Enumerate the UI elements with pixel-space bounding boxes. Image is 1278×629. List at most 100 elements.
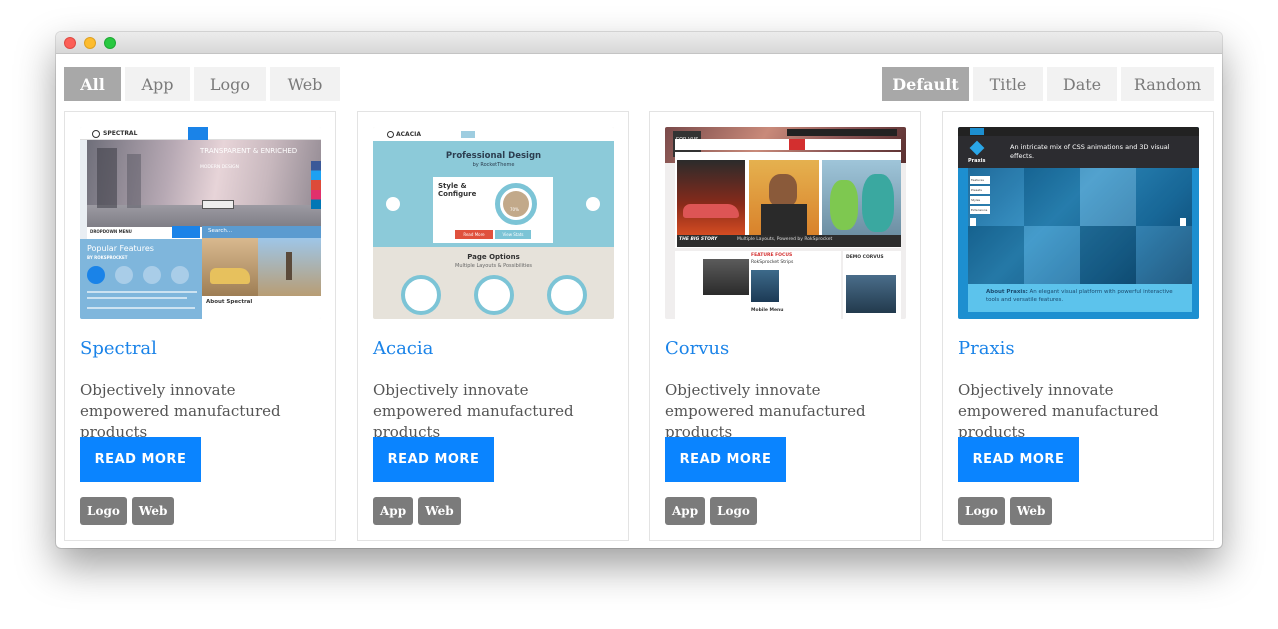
- thumb-nav-active: [970, 128, 984, 135]
- chevron-left-icon: [386, 197, 400, 211]
- chevron-right-icon: [586, 197, 600, 211]
- tag-list: Logo Web: [80, 497, 175, 525]
- thumb-hero-sub: by RocketTheme: [472, 162, 515, 168]
- card-spectral: SPECTRAL TRANSPARENT & ENRICHED MODERN D…: [64, 111, 336, 541]
- cloud-icon: [87, 266, 105, 284]
- thumb-brand: ACACIA: [396, 131, 421, 138]
- read-more-button[interactable]: READ MORE: [373, 437, 494, 482]
- acacia-thumbnail[interactable]: ACACIA Professional Design by RocketThem…: [373, 127, 614, 319]
- read-more-button[interactable]: READ MORE: [665, 437, 786, 482]
- eye-icon: [401, 275, 441, 315]
- thumb-nav-active: [188, 127, 208, 140]
- thumb-car-image: [677, 160, 745, 235]
- download-icon: [503, 191, 529, 217]
- card-title[interactable]: Spectral: [80, 338, 157, 359]
- window-titlebar: [56, 32, 1222, 54]
- tag-list: App Logo: [665, 497, 757, 525]
- filter-all-button[interactable]: All: [64, 67, 121, 101]
- praxis-thumbnail[interactable]: Praxis An intricate mix of CSS animation…: [958, 127, 1199, 319]
- thumb-hero-text: An intricate mix of CSS animations and 3…: [1010, 143, 1170, 160]
- corvus-thumbnail[interactable]: COR VUS THE BIG STORY Multiple: [665, 127, 906, 319]
- card-title[interactable]: Praxis: [958, 338, 1015, 359]
- thumb-feature: FEATURE FOCUS: [751, 253, 793, 258]
- thumb-text-line: [87, 307, 195, 309]
- thumb-hero-text: TRANSPARENT & ENRICHED: [200, 147, 298, 155]
- sort-default-button[interactable]: Default: [882, 67, 969, 101]
- thumb-nav: [675, 139, 901, 150]
- spectral-thumbnail[interactable]: SPECTRAL TRANSPARENT & ENRICHED MODERN D…: [80, 127, 321, 319]
- thumb-man-image: [749, 160, 819, 235]
- thumb-menu-item: Features: [970, 176, 990, 184]
- read-more-button[interactable]: READ MORE: [958, 437, 1079, 482]
- thumb-demo: DEMO CORVUS: [846, 255, 884, 260]
- thumb-layouts: Multiple Layouts & Possibilities: [455, 263, 532, 269]
- thumb-col1-image: [703, 259, 749, 295]
- category-filter-group: All App Logo Web: [64, 67, 340, 101]
- card-description: Objectively innovate empowered manufactu…: [958, 381, 1159, 441]
- chevron-right-icon: [1180, 218, 1186, 226]
- inbox-icon: [474, 275, 514, 315]
- sort-group: Default Title Date Random: [882, 67, 1214, 101]
- tag-web[interactable]: Web: [418, 497, 461, 525]
- tag-list: Logo Web: [958, 497, 1053, 525]
- thumb-col2-image: [751, 270, 779, 302]
- tag-logo[interactable]: Logo: [710, 497, 757, 525]
- read-more-button[interactable]: READ MORE: [80, 437, 201, 482]
- thumb-topbar: [958, 127, 1199, 136]
- thumb-text-line: [87, 291, 197, 293]
- thumb-monster-image: [822, 160, 901, 235]
- thumb-page-options: Page Options: [467, 253, 520, 261]
- card-title[interactable]: Corvus: [665, 338, 729, 359]
- thumb-col3-image: [846, 275, 896, 313]
- thumb-hero-sub: MODERN DESIGN: [200, 165, 240, 170]
- acacia-logo-icon: [387, 131, 394, 138]
- card-grid: SPECTRAL TRANSPARENT & ENRICHED MODERN D…: [64, 111, 1214, 541]
- thumb-searchbar: [787, 129, 897, 136]
- thumb-brand: SPECTRAL: [103, 130, 138, 137]
- sort-random-button[interactable]: Random: [1121, 67, 1214, 101]
- thumb-dropdown-label: DROPDOWN MENU: [90, 229, 132, 234]
- zoom-window-button[interactable]: [104, 37, 116, 49]
- thumb-text-line: [87, 297, 187, 299]
- thumb-nav-active: [461, 131, 475, 138]
- thumb-view-stats: View Stats: [495, 230, 531, 239]
- filter-app-button[interactable]: App: [125, 67, 190, 101]
- thumb-beach-photo: [258, 238, 321, 296]
- app-window: All App Logo Web Default Title Date Rand…: [56, 32, 1222, 548]
- card-praxis: Praxis An intricate mix of CSS animation…: [942, 111, 1214, 541]
- tag-web[interactable]: Web: [131, 497, 175, 525]
- thumb-arrows: [172, 226, 200, 238]
- thumb-rok: RokSprocket Strips: [751, 260, 794, 265]
- tag-app[interactable]: App: [373, 497, 414, 525]
- tag-web[interactable]: Web: [1009, 497, 1053, 525]
- thumb-side-menu: Features Presets Styles Extensions: [970, 176, 990, 214]
- thumb-nav-active: [789, 139, 805, 150]
- card-acacia: ACACIA Professional Design by RocketThem…: [357, 111, 629, 541]
- thumb-button: [202, 200, 234, 209]
- tag-app[interactable]: App: [665, 497, 706, 525]
- thumb-social-bar: [311, 161, 321, 209]
- thumb-menu-item: Styles: [970, 196, 990, 204]
- sort-date-button[interactable]: Date: [1047, 67, 1117, 101]
- minimize-window-button[interactable]: [84, 37, 96, 49]
- tag-logo[interactable]: Logo: [958, 497, 1005, 525]
- spectral-logo-icon: [92, 130, 100, 138]
- thumb-read-more: Read More: [455, 230, 493, 239]
- camera-icon: [115, 266, 133, 284]
- thumb-hero-text: Professional Design: [445, 151, 542, 161]
- close-window-button[interactable]: [64, 37, 76, 49]
- filter-logo-button[interactable]: Logo: [194, 67, 266, 101]
- thumb-brand: Praxis: [968, 158, 986, 164]
- thumb-style: Style & Configure: [438, 182, 477, 198]
- thumb-search-text: Search...: [208, 228, 233, 234]
- card-title[interactable]: Acacia: [373, 338, 433, 359]
- thumb-mobile: Mobile Menu: [751, 308, 784, 313]
- chevron-left-icon: [970, 218, 976, 226]
- tag-logo[interactable]: Logo: [80, 497, 127, 525]
- thumb-about: About Spectral: [206, 299, 253, 305]
- thumb-tagline: Multiple Layouts, Powered by RokSprocket: [737, 237, 833, 242]
- card-description: Objectively innovate empowered manufactu…: [665, 381, 866, 441]
- filter-web-button[interactable]: Web: [270, 67, 340, 101]
- tag-list: App Web: [373, 497, 461, 525]
- sort-title-button[interactable]: Title: [973, 67, 1043, 101]
